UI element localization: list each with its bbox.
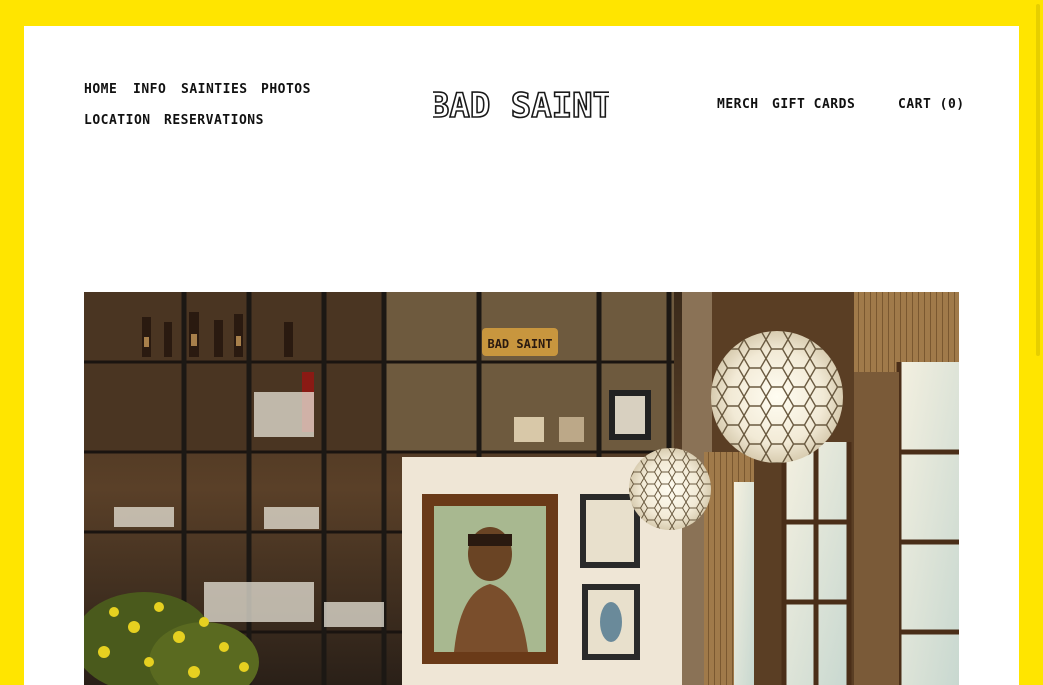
cart-link[interactable]: CART (0): [898, 98, 965, 112]
nav-link-location[interactable]: LOCATION: [84, 114, 151, 128]
bad-saint-logo-icon: BAD SAINT: [428, 85, 614, 127]
nav-link-photos[interactable]: PHOTOS: [261, 83, 311, 97]
hero-sign-text: BAD SAINT: [487, 337, 552, 351]
site-logo[interactable]: BAD SAINT: [428, 82, 614, 127]
nav-link-sainties[interactable]: SAINTIES: [181, 83, 248, 97]
nav-link-gift-cards[interactable]: GIFT CARDS: [772, 98, 855, 112]
scrollbar-thumb[interactable]: [1036, 4, 1040, 356]
nav-link-info[interactable]: INFO: [133, 83, 166, 97]
nav-link-merch[interactable]: MERCH: [717, 98, 759, 112]
nav-link-reservations[interactable]: RESERVATIONS: [164, 114, 264, 128]
hero-photo: BAD SAINT: [84, 292, 959, 685]
page-container: HOME INFO SAINTIES PHOTOS LOCATION RESER…: [24, 26, 1019, 685]
logo-text: BAD SAINT: [433, 86, 609, 126]
restaurant-interior-photo: BAD SAINT: [84, 292, 959, 685]
nav-link-home[interactable]: HOME: [84, 83, 117, 97]
page-scrollbar[interactable]: [1019, 0, 1043, 685]
